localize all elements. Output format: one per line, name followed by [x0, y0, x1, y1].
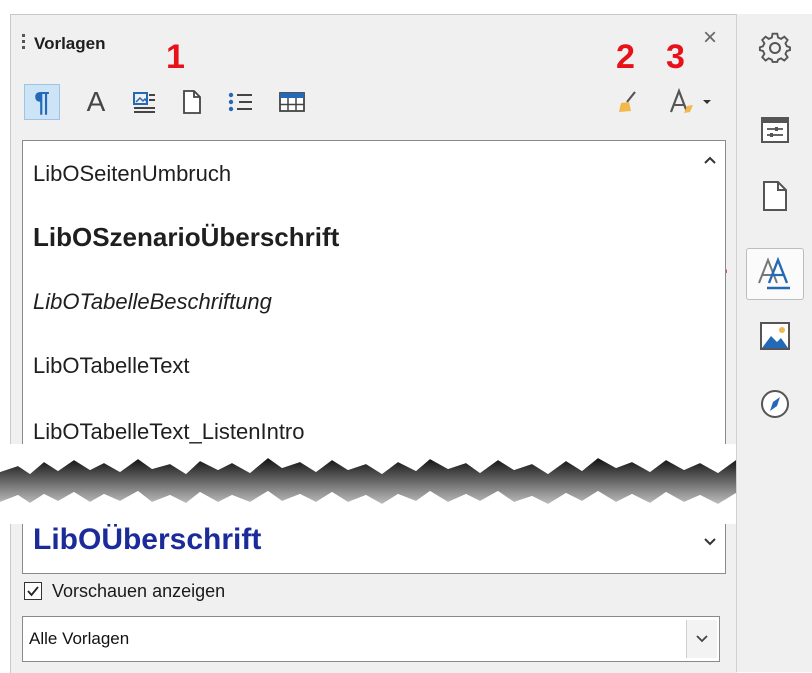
chevron-down-icon — [703, 100, 711, 104]
sidebar-gallery-button[interactable] — [746, 310, 804, 362]
sidebar-settings-button[interactable] — [746, 22, 804, 74]
table-icon — [279, 92, 305, 112]
style-list-item[interactable]: LibOTabelleText — [33, 353, 190, 379]
sidebar-page-button[interactable] — [746, 170, 804, 222]
sidebar-navigator-button[interactable] — [746, 378, 804, 430]
page-icon — [183, 90, 201, 114]
gallery-icon — [760, 322, 790, 350]
panel-grip-handle[interactable] — [22, 34, 26, 56]
style-list-item[interactable]: LibOTabelleBeschriftung — [33, 289, 272, 315]
paragraph-icon: ¶ — [34, 86, 50, 117]
styles-icon — [758, 257, 790, 290]
list-icon — [228, 92, 252, 112]
properties-icon — [761, 117, 789, 143]
style-filter-dropdown[interactable]: Alle Vorlagen — [22, 616, 720, 662]
frame-icon — [133, 92, 155, 113]
preview-checkbox[interactable] — [24, 582, 42, 600]
broom-icon — [619, 91, 636, 112]
styles-actions-menu-button[interactable] — [660, 84, 720, 120]
style-list-item[interactable]: LibOSeitenUmbruch — [33, 161, 231, 187]
chevron-down-icon — [696, 635, 708, 643]
gear-icon — [758, 32, 791, 63]
callout-1: 1 — [166, 38, 185, 76]
scroll-down-icon[interactable] — [703, 537, 717, 547]
scroll-up-icon[interactable] — [703, 155, 717, 165]
preview-checkbox-label[interactable]: Vorschauen anzeigen — [52, 581, 225, 602]
paragraph-styles-button[interactable]: ¶ — [24, 84, 60, 120]
callout-2: 2 — [616, 38, 635, 76]
page-icon — [763, 181, 787, 211]
navigator-icon — [761, 390, 789, 418]
styles-deck-screenshot: Vorlagen × 1 2 3 4 5 ¶ A — [0, 0, 812, 673]
sidebar-styles-button[interactable] — [746, 248, 804, 300]
panel-title: Vorlagen — [34, 34, 106, 53]
close-panel-button[interactable]: × — [703, 26, 717, 50]
style-actions-icon — [669, 88, 693, 113]
style-list-item[interactable]: LibOTabelleText_ListenIntro — [33, 419, 305, 445]
style-list-item[interactable]: LibOÜberschrift — [33, 523, 261, 557]
table-styles-button[interactable] — [274, 84, 310, 120]
list-styles-button[interactable] — [222, 84, 258, 120]
style-filter-dropdown-button[interactable] — [686, 620, 717, 658]
page-styles-button[interactable] — [174, 84, 210, 120]
character-styles-button[interactable]: A — [78, 84, 114, 120]
checkmark-icon — [27, 586, 39, 597]
character-icon: A — [86, 86, 106, 117]
sidebar-properties-button[interactable] — [746, 104, 804, 156]
fill-format-mode-button[interactable] — [610, 84, 646, 120]
torn-edge-divider — [0, 444, 812, 524]
style-filter-value: Alle Vorlagen — [29, 629, 130, 648]
style-list-item[interactable]: LibOSzenarioÜberschrift — [33, 222, 339, 253]
frame-styles-button[interactable] — [126, 84, 162, 120]
callout-3: 3 — [666, 38, 685, 76]
